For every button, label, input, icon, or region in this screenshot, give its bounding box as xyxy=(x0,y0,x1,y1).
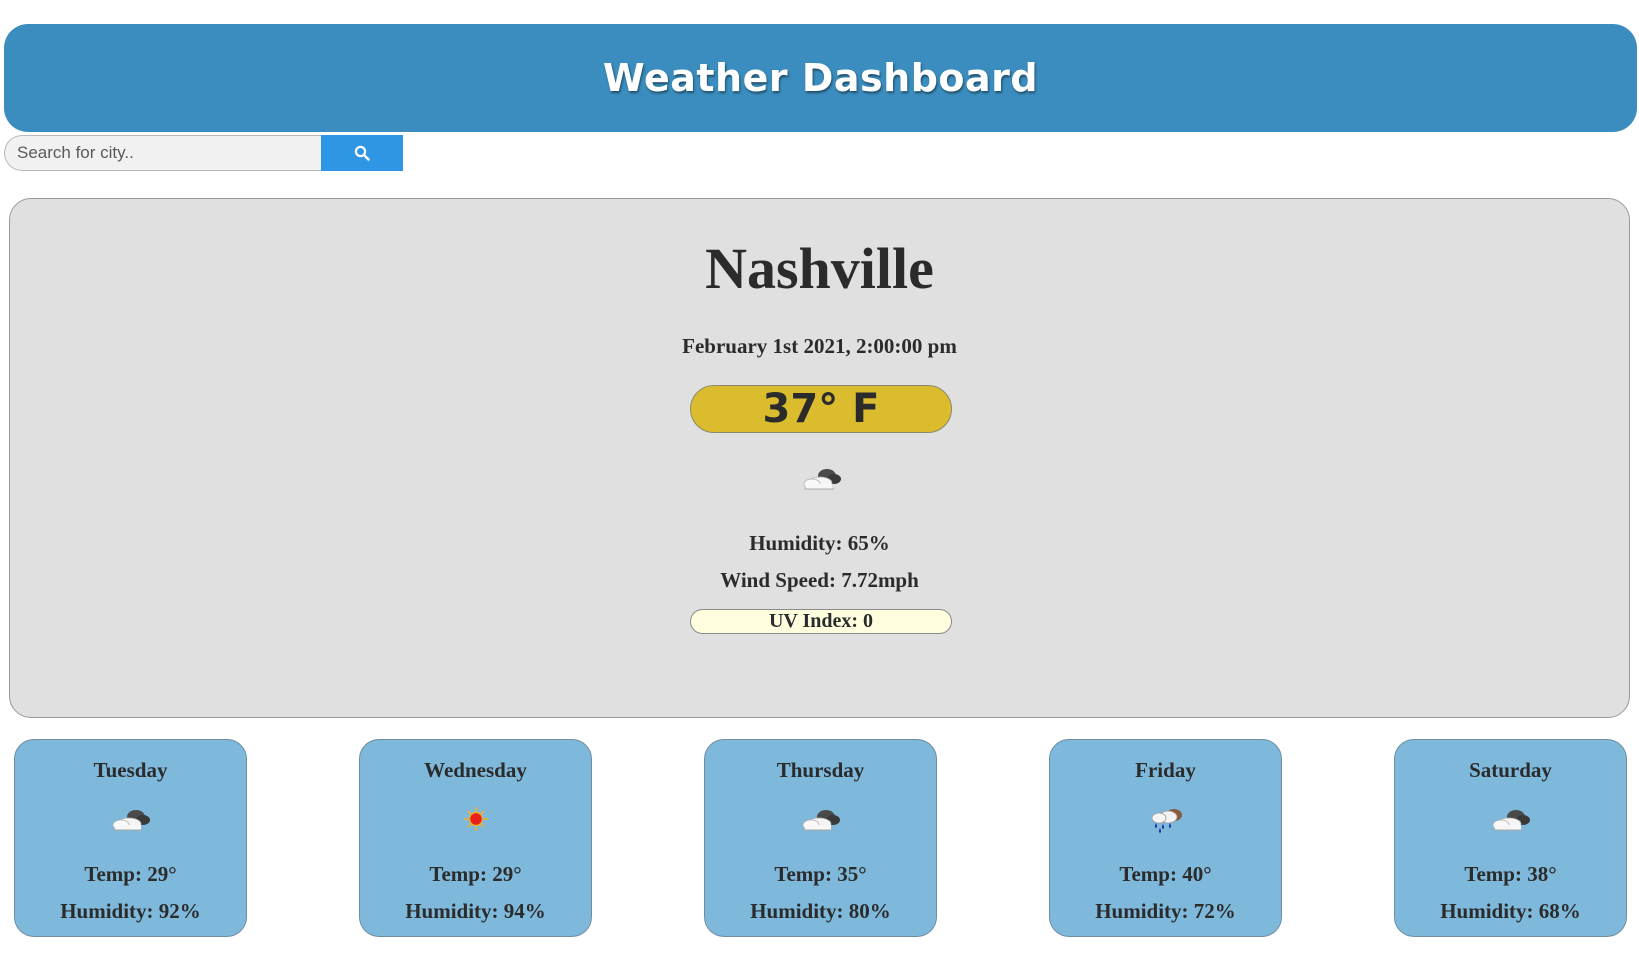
forecast-temp: Temp: 29° xyxy=(84,862,177,886)
sun-icon xyxy=(463,806,489,832)
current-humidity: Humidity: 65% xyxy=(749,531,890,555)
forecast-humidity: Humidity: 72% xyxy=(1095,899,1236,923)
header-banner: Weather Dashboard xyxy=(4,24,1637,132)
forecast-card-saturday: Saturday Temp: 38° Humidity: 68% xyxy=(1394,739,1627,937)
forecast-day: Friday xyxy=(1135,758,1196,782)
forecast-humidity: Humidity: 92% xyxy=(60,899,201,923)
forecast-card-wednesday: Wednesday Temp: 29° Humidity: 94% xyxy=(359,739,592,937)
city-name: Nashville xyxy=(705,236,934,301)
search-input[interactable] xyxy=(4,135,321,171)
current-datetime: February 1st 2021, 2:00:00 pm xyxy=(682,334,957,358)
forecast-card-thursday: Thursday Temp: 35° Humidity: 80% xyxy=(704,739,937,937)
partly-cloudy-icon xyxy=(802,809,841,831)
forecast-humidity: Humidity: 80% xyxy=(750,899,891,923)
page-title: Weather Dashboard xyxy=(602,56,1039,100)
search-button[interactable] xyxy=(321,135,403,171)
search-icon xyxy=(354,145,370,161)
forecast-temp: Temp: 40° xyxy=(1119,862,1212,886)
forecast-temp: Temp: 38° xyxy=(1464,862,1557,886)
forecast-humidity: Humidity: 68% xyxy=(1440,899,1581,923)
forecast-humidity: Humidity: 94% xyxy=(405,899,546,923)
forecast-temp: Temp: 35° xyxy=(774,862,867,886)
current-weather-panel: Nashville February 1st 2021, 2:00:00 pm … xyxy=(9,198,1630,718)
partly-cloudy-icon xyxy=(112,809,151,831)
temperature-badge: 37° F xyxy=(690,385,952,433)
forecast-card-friday: Friday Temp: 40° Humidity: 72% xyxy=(1049,739,1282,937)
search-bar xyxy=(4,135,403,171)
forecast-temp: Temp: 29° xyxy=(429,862,522,886)
partly-cloudy-icon xyxy=(803,468,842,490)
forecast-day: Saturday xyxy=(1469,758,1552,782)
rain-cloud-icon xyxy=(1151,808,1183,834)
forecast-day: Wednesday xyxy=(424,758,527,782)
forecast-day: Tuesday xyxy=(93,758,168,782)
forecast-card-tuesday: Tuesday Temp: 29° Humidity: 92% xyxy=(14,739,247,937)
partly-cloudy-icon xyxy=(1492,809,1531,831)
forecast-day: Thursday xyxy=(776,758,865,782)
current-wind-speed: Wind Speed: 7.72mph xyxy=(720,568,919,592)
uv-index-badge: UV Index: 0 xyxy=(690,609,952,634)
